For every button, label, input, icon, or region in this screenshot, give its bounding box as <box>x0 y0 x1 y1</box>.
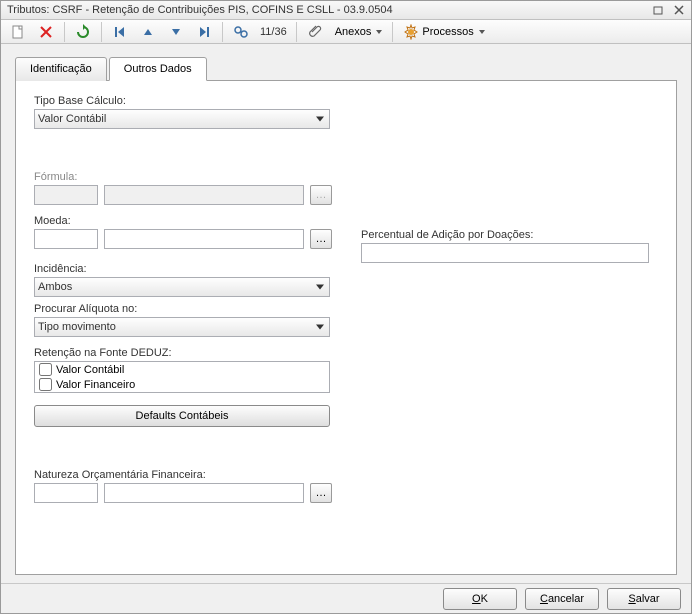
toolbar: 11/36 Anexos Processos <box>1 20 691 44</box>
prev-button[interactable] <box>135 21 161 43</box>
retencao-check-financeiro[interactable] <box>39 378 52 391</box>
retencao-check-contabil[interactable] <box>39 363 52 376</box>
record-counter: 11/36 <box>256 26 291 38</box>
formula-code-input <box>34 185 98 205</box>
natureza-desc-input[interactable] <box>104 483 304 503</box>
delete-button[interactable] <box>33 21 59 43</box>
anexos-label: Anexos <box>335 26 372 38</box>
formula-lookup-button: … <box>310 185 332 205</box>
procurar-label: Procurar Alíquota no: <box>34 303 658 315</box>
content-area: Identificação Outros Dados Tipo Base Cál… <box>1 44 691 583</box>
chevron-down-icon <box>479 30 485 34</box>
moeda-desc-input[interactable] <box>104 229 304 249</box>
natureza-lookup-button[interactable]: … <box>310 483 332 503</box>
window-buttons <box>653 4 685 16</box>
formula-desc-input <box>104 185 304 205</box>
new-button[interactable] <box>5 21 31 43</box>
natureza-label: Natureza Orçamentária Financeira: <box>34 469 658 481</box>
titlebar: Tributos: CSRF - Retenção de Contribuiçõ… <box>1 1 691 20</box>
processos-dropdown[interactable]: Processos <box>398 21 489 43</box>
window-title: Tributos: CSRF - Retenção de Contribuiçõ… <box>7 4 653 16</box>
close-icon[interactable] <box>673 4 685 16</box>
moeda-code-input[interactable] <box>34 229 98 249</box>
processos-label: Processos <box>422 26 473 38</box>
percentual-label: Percentual de Adição por Doações: <box>361 229 661 241</box>
save-button[interactable]: Salvar <box>607 588 681 610</box>
right-column: Percentual de Adição por Doações: <box>361 229 661 263</box>
retencao-label-financeiro: Valor Financeiro <box>56 379 135 391</box>
retencao-checklist: Valor Contábil Valor Financeiro <box>34 361 330 393</box>
tab-outros-dados[interactable]: Outros Dados <box>109 57 207 81</box>
tab-panel-outros-dados: Tipo Base Cálculo: Valor Contábil Fórmul… <box>15 80 677 575</box>
moeda-lookup-button[interactable]: … <box>310 229 332 249</box>
tab-identificacao[interactable]: Identificação <box>15 57 107 81</box>
procurar-select[interactable]: Tipo movimento <box>34 317 330 337</box>
percentual-input[interactable] <box>361 243 649 263</box>
refresh-button[interactable] <box>70 21 96 43</box>
anexos-dropdown[interactable]: Anexos <box>330 21 388 43</box>
incidencia-select[interactable]: Ambos <box>34 277 330 297</box>
formula-label: Fórmula: <box>34 171 658 183</box>
tipo-base-select[interactable]: Valor Contábil <box>34 109 330 129</box>
tipo-base-label: Tipo Base Cálculo: <box>34 95 658 107</box>
defaults-contabeis-button[interactable]: Defaults Contábeis <box>34 405 330 427</box>
tab-strip: Identificação Outros Dados <box>15 56 677 80</box>
footer: OK Cancelar Salvar <box>1 583 691 613</box>
retencao-item-contabil[interactable]: Valor Contábil <box>35 362 329 377</box>
natureza-code-input[interactable] <box>34 483 98 503</box>
next-button[interactable] <box>163 21 189 43</box>
main-window: Tributos: CSRF - Retenção de Contribuiçõ… <box>0 0 692 614</box>
incidencia-label: Incidência: <box>34 263 658 275</box>
retencao-label-contabil: Valor Contábil <box>56 364 124 376</box>
cancel-button[interactable]: Cancelar <box>525 588 599 610</box>
find-button[interactable] <box>228 21 254 43</box>
gear-icon <box>403 24 419 40</box>
chevron-down-icon <box>376 30 382 34</box>
attachment-button[interactable] <box>302 21 328 43</box>
retencao-label: Retenção na Fonte DEDUZ: <box>34 347 658 359</box>
last-button[interactable] <box>191 21 217 43</box>
retencao-item-financeiro[interactable]: Valor Financeiro <box>35 377 329 392</box>
first-button[interactable] <box>107 21 133 43</box>
moeda-label: Moeda: <box>34 215 658 227</box>
defaults-contabeis-label: Defaults Contábeis <box>136 410 229 422</box>
restore-icon[interactable] <box>653 4 665 16</box>
ok-button[interactable]: OK <box>443 588 517 610</box>
